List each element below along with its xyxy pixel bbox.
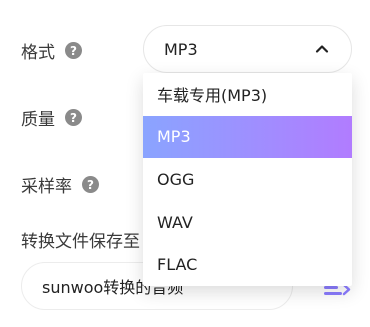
quality-row: 质量 ? [21,105,82,130]
save-to-label: 转换文件保存至 [21,232,140,252]
format-option-ogg[interactable]: OGG [143,158,352,201]
format-option-car-mp3[interactable]: 车载专用(MP3) [143,73,352,116]
save-to-row: 转换文件保存至 [21,227,140,252]
chevron-up-icon [315,45,329,53]
sample-rate-row: 采样率 ? [21,172,99,197]
format-label: 格式 [21,43,55,63]
sample-rate-label: 采样率 [21,177,72,197]
format-dropdown-menu: 车载专用(MP3) MP3 OGG WAV FLAC [143,73,352,286]
quality-help-icon[interactable]: ? [65,109,82,126]
format-select[interactable]: MP3 [143,25,352,73]
format-select-value: MP3 [164,39,198,59]
quality-label: 质量 [21,110,55,130]
format-option-wav[interactable]: WAV [143,201,352,244]
format-help-icon[interactable]: ? [65,42,82,59]
sample-rate-help-icon[interactable]: ? [82,176,99,193]
audio-convert-settings: 格式 ? 质量 ? 采样率 ? 转换文件保存至 sunwoo转换的音频 MP3 [0,0,370,327]
format-option-flac[interactable]: FLAC [143,243,352,286]
format-option-mp3[interactable]: MP3 [143,115,352,159]
format-row: 格式 ? [21,38,82,63]
